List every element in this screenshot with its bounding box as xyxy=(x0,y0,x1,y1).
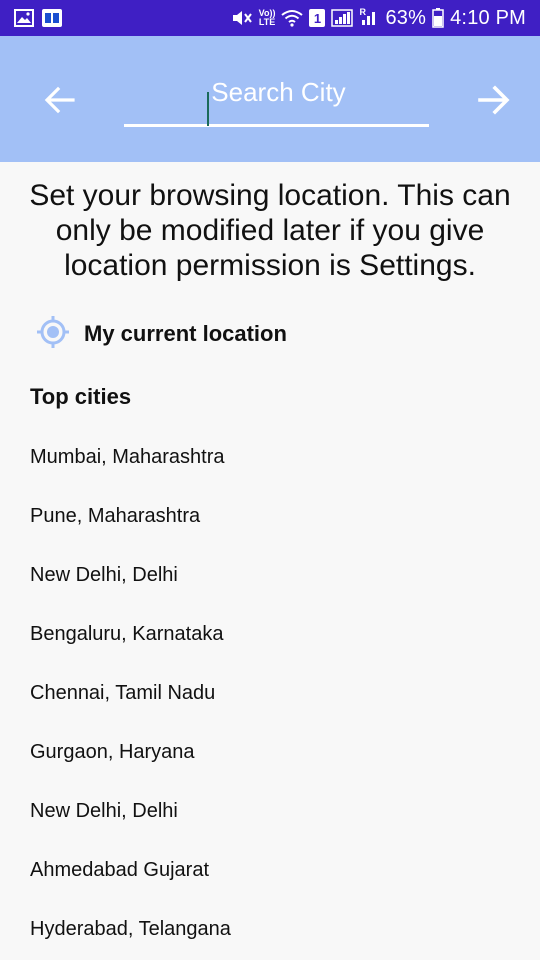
status-bar: Vo)) LTE 1 R 63% 4:10 PM xyxy=(0,0,540,36)
my-current-location-button[interactable]: My current location xyxy=(36,314,287,354)
mute-icon xyxy=(231,9,253,27)
text-cursor xyxy=(207,92,209,126)
location-intro-text: Set your browsing location. This can onl… xyxy=(29,179,511,282)
city-item[interactable]: New Delhi, Delhi xyxy=(0,546,540,605)
city-item[interactable]: Ahmedabad Gujarat xyxy=(0,841,540,900)
sim-one-icon: 1 xyxy=(309,9,326,27)
status-bar-notifications xyxy=(14,9,62,27)
my-current-location-label: My current location xyxy=(84,321,287,346)
volte-icon: Vo)) LTE xyxy=(258,8,276,27)
city-item[interactable]: Pune, Maharashtra xyxy=(0,487,540,546)
reader-app-notification-icon xyxy=(42,9,62,27)
top-cities-heading: Top cities xyxy=(30,384,132,409)
city-item[interactable]: Hyderabad, Telangana xyxy=(0,900,540,959)
back-button[interactable] xyxy=(38,80,82,124)
search-app-bar xyxy=(0,36,540,162)
search-city-input[interactable] xyxy=(124,68,433,116)
city-item[interactable]: New Delhi, Delhi xyxy=(0,782,540,841)
city-item[interactable]: Chennai, Tamil Nadu xyxy=(0,664,540,723)
search-submit-button[interactable] xyxy=(472,80,516,124)
arrow-right-icon xyxy=(477,84,511,120)
status-bar-system: Vo)) LTE 1 R 63% 4:10 PM xyxy=(231,7,526,30)
gallery-notification-icon xyxy=(14,9,34,27)
wifi-icon xyxy=(281,9,304,27)
city-item[interactable]: Bengaluru, Karnataka xyxy=(0,605,540,664)
city-item[interactable]: Mumbai, Maharashtra xyxy=(0,428,540,487)
battery-icon xyxy=(432,8,444,28)
arrow-left-icon xyxy=(44,86,76,119)
top-cities-list: Mumbai, Maharashtra Pune, Maharashtra Ne… xyxy=(0,428,540,959)
signal-icon xyxy=(331,9,354,27)
roaming-signal-icon: R xyxy=(359,7,379,27)
city-item[interactable]: Gurgaon, Haryana xyxy=(0,723,540,782)
clock: 4:10 PM xyxy=(450,6,526,29)
search-field xyxy=(124,62,433,127)
battery-percent: 63% xyxy=(385,6,427,29)
gps-target-icon xyxy=(36,315,70,354)
